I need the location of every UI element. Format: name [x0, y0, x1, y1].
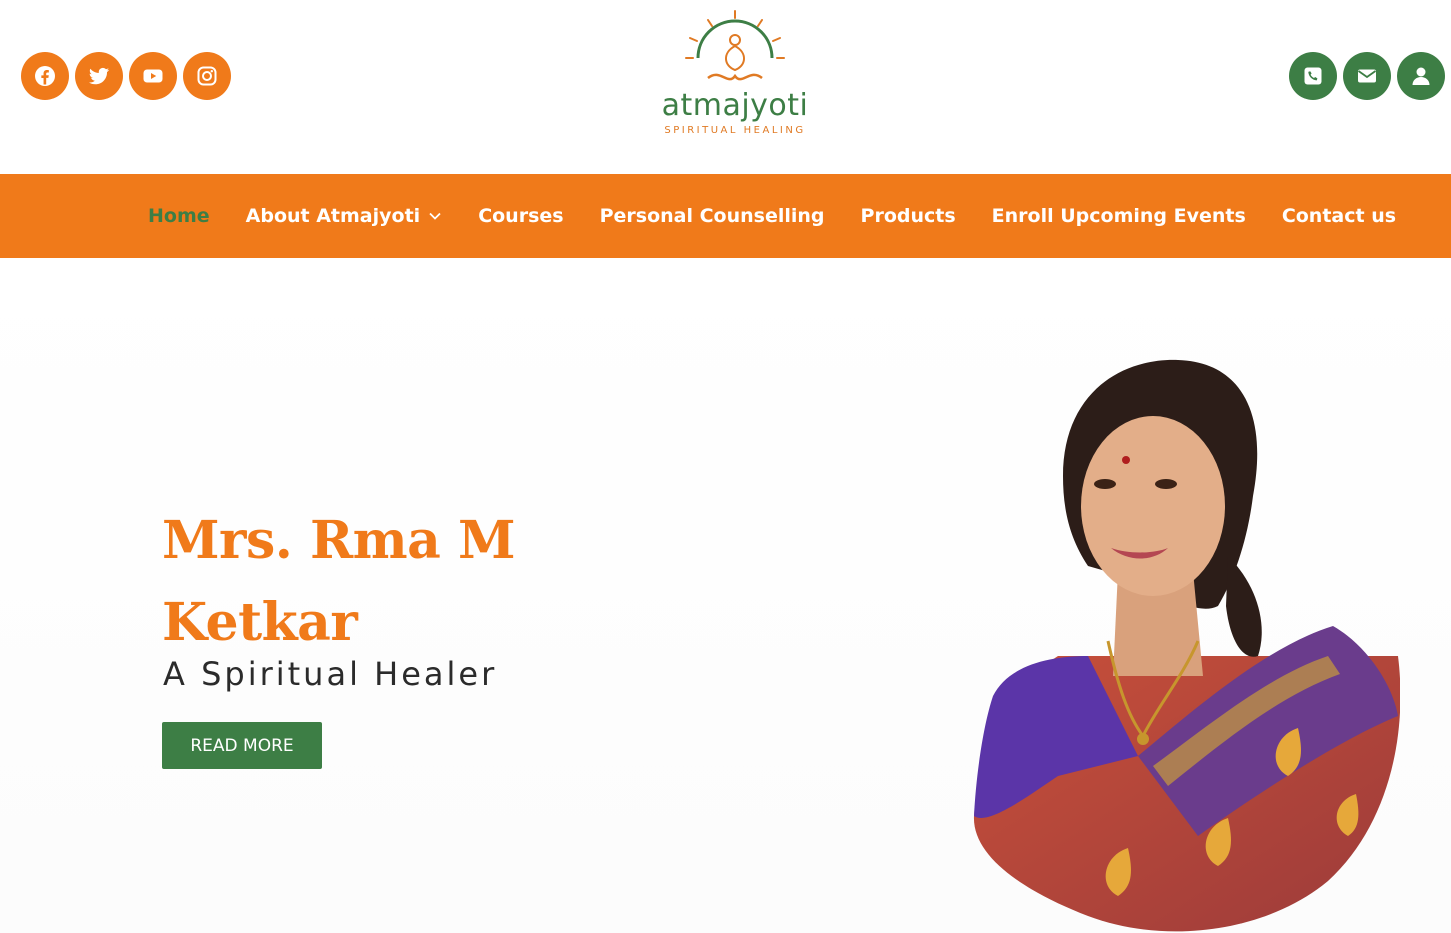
hero-name: Mrs. Rma M Ketkar: [162, 510, 516, 653]
site-header: atmajyoti SPIRITUAL HEALING: [0, 0, 1451, 174]
main-nav: Home About Atmajyoti Courses Personal Co…: [0, 174, 1451, 258]
youtube-icon[interactable]: [129, 52, 177, 100]
logo-wordmark: atmajyoti: [661, 88, 809, 123]
logo-tagline: SPIRITUAL HEALING: [664, 125, 806, 136]
chevron-down-icon: [429, 212, 441, 220]
email-icon[interactable]: [1343, 52, 1391, 100]
twitter-icon[interactable]: [75, 52, 123, 100]
contact-links: [1289, 52, 1445, 100]
phone-icon[interactable]: [1289, 52, 1337, 100]
portrait-image: [973, 359, 1400, 932]
logo-emblem: [685, 10, 785, 81]
nav-item-label: Contact us: [1281, 205, 1397, 227]
instagram-icon[interactable]: [183, 52, 231, 100]
nav-item-courses[interactable]: Courses: [478, 205, 563, 227]
nav-item-personal-counselling[interactable]: Personal Counselling: [600, 205, 825, 227]
nav-item-label: Courses: [478, 205, 564, 227]
nav-item-about-atmajyoti[interactable]: About Atmajyoti: [246, 205, 443, 227]
nav-item-contact-us[interactable]: Contact us: [1282, 205, 1396, 227]
nav-menu: Home About Atmajyoti Courses Personal Co…: [148, 174, 1432, 258]
nav-item-enroll-upcoming-events[interactable]: Enroll Upcoming Events: [992, 205, 1246, 227]
nav-item-home[interactable]: Home: [148, 205, 210, 227]
social-links: [21, 52, 231, 100]
nav-item-label: Home: [148, 205, 210, 227]
facebook-icon[interactable]: [21, 52, 69, 100]
nav-item-label: Enroll Upcoming Events: [991, 205, 1246, 227]
nav-item-label: Personal Counselling: [599, 205, 825, 227]
hero-tagline: A Spiritual Healer: [163, 655, 498, 693]
user-icon[interactable]: [1397, 52, 1445, 100]
nav-item-label: About Atmajyoti: [245, 205, 421, 227]
nav-item-label: Products: [860, 205, 956, 227]
read-more-button[interactable]: READ MORE: [162, 722, 322, 769]
site-logo[interactable]: atmajyoti SPIRITUAL HEALING: [650, 8, 820, 138]
nav-item-products[interactable]: Products: [861, 205, 956, 227]
